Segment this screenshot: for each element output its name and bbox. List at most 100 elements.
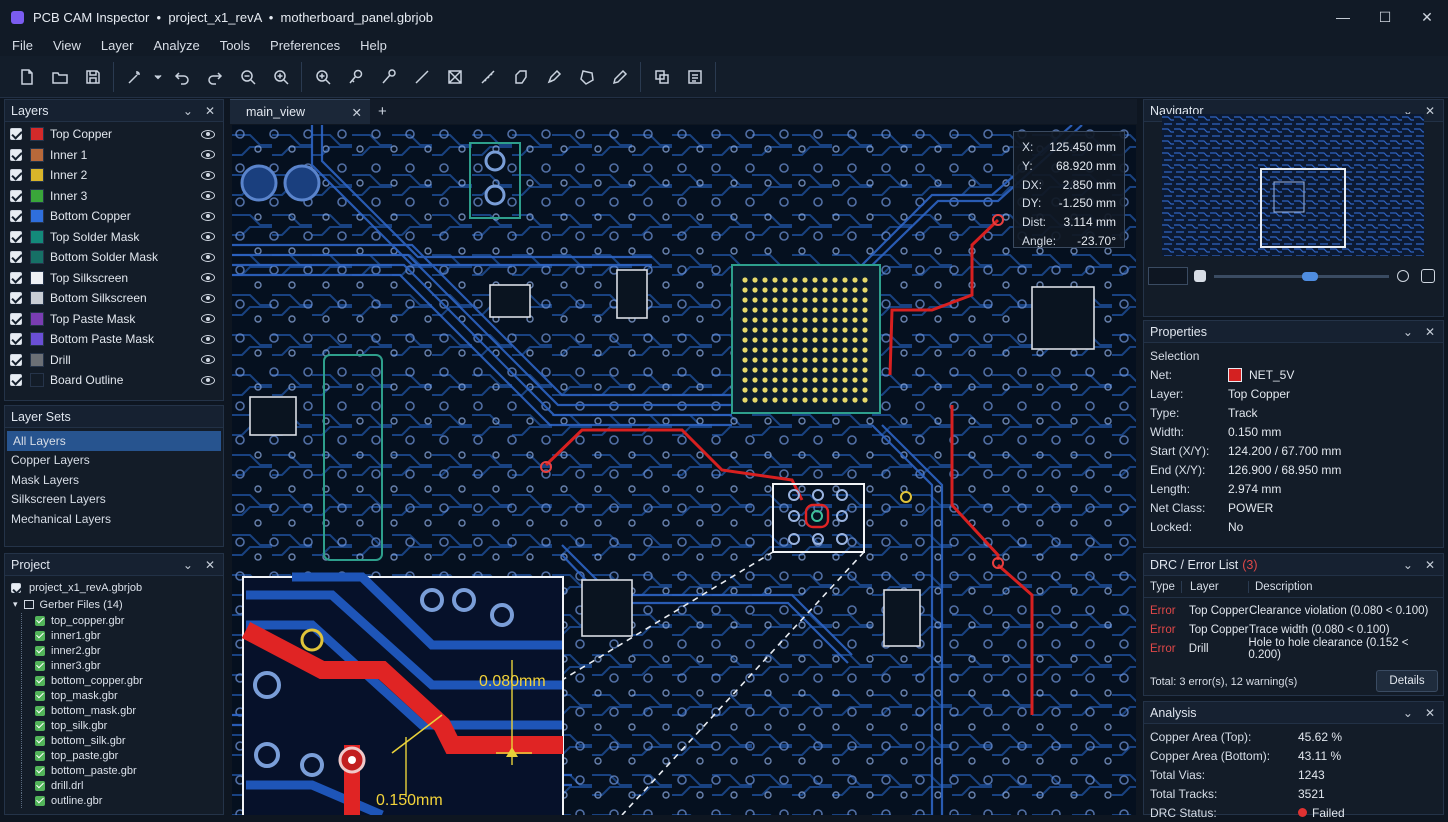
- file-checkbox[interactable]: [35, 780, 45, 791]
- pencil-icon[interactable]: [603, 62, 636, 92]
- eye-icon[interactable]: [201, 355, 215, 365]
- undo-icon[interactable]: [165, 62, 198, 92]
- drc-col-description[interactable]: Description: [1249, 581, 1313, 593]
- maximize-button[interactable]: ☐: [1364, 0, 1406, 34]
- zoom-level-field[interactable]: [1148, 267, 1188, 285]
- pcb-canvas[interactable]: 0.080mm 0.150mm X: 125.450 mm Y: 68.920 mm D…: [232, 125, 1136, 815]
- gerber-folder[interactable]: ▾ Gerber Files (14): [11, 596, 223, 613]
- layer-set-item[interactable]: All Layers: [7, 431, 221, 451]
- layer-row[interactable]: Inner 2: [5, 165, 223, 186]
- close-icon[interactable]: ✕: [1425, 558, 1435, 572]
- collapse-icon[interactable]: ⌄: [1403, 325, 1413, 339]
- eye-icon[interactable]: [201, 375, 215, 385]
- eye-icon[interactable]: [201, 170, 215, 180]
- fit-icon[interactable]: [438, 62, 471, 92]
- close-icon[interactable]: ✕: [1425, 706, 1435, 720]
- file-checkbox[interactable]: [35, 690, 45, 701]
- file-checkbox[interactable]: [35, 645, 45, 656]
- gerber-file-item[interactable]: bottom_mask.gbr: [11, 703, 223, 718]
- layer-row[interactable]: Bottom Paste Mask: [5, 329, 223, 350]
- collapse-icon[interactable]: ⌄: [1403, 558, 1413, 572]
- gerber-file-item[interactable]: inner2.gbr: [11, 643, 223, 658]
- layer-set-item[interactable]: Silkscreen Layers: [5, 490, 223, 510]
- report-icon[interactable]: [678, 62, 711, 92]
- eye-icon[interactable]: [201, 314, 215, 324]
- zoom-area-icon[interactable]: [306, 62, 339, 92]
- tab-main-view[interactable]: main_view ✕: [230, 99, 370, 124]
- redo-icon[interactable]: [198, 62, 231, 92]
- layer-row[interactable]: Drill: [5, 350, 223, 371]
- menu-view[interactable]: View: [41, 38, 89, 53]
- eye-icon[interactable]: [201, 211, 215, 221]
- layer-row[interactable]: Top Copper: [5, 124, 223, 145]
- drc-col-layer[interactable]: Layer: [1182, 580, 1249, 593]
- layer-visibility-checkbox[interactable]: [10, 292, 22, 305]
- zoom-slider-thumb[interactable]: [1302, 271, 1318, 281]
- drc-row[interactable]: Error Drill Hole to hole clearance (0.152 …: [1144, 637, 1443, 661]
- menu-tools[interactable]: Tools: [208, 38, 258, 53]
- hand-tool-icon[interactable]: [1194, 270, 1206, 282]
- gerber-file-item[interactable]: bottom_copper.gbr: [11, 673, 223, 688]
- new-tab-button[interactable]: +: [378, 99, 387, 124]
- menu-file[interactable]: File: [0, 38, 41, 53]
- eye-icon[interactable]: [201, 232, 215, 242]
- layer-visibility-checkbox[interactable]: [10, 169, 22, 182]
- eye-icon[interactable]: [201, 273, 215, 283]
- layer-visibility-checkbox[interactable]: [10, 374, 22, 387]
- layer-visibility-checkbox[interactable]: [10, 333, 22, 346]
- close-tab-icon[interactable]: ✕: [352, 105, 362, 120]
- file-checkbox[interactable]: [35, 660, 45, 671]
- file-checkbox[interactable]: [35, 735, 45, 746]
- layer-row[interactable]: Inner 3: [5, 186, 223, 207]
- layer-visibility-checkbox[interactable]: [10, 251, 22, 264]
- layer-row[interactable]: Top Solder Mask: [5, 227, 223, 248]
- layer-set-item[interactable]: Mask Layers: [5, 470, 223, 490]
- gerber-file-item[interactable]: outline.gbr: [11, 793, 223, 808]
- zoom-out-icon[interactable]: [231, 62, 264, 92]
- gerber-file-item[interactable]: top_paste.gbr: [11, 748, 223, 763]
- file-checkbox[interactable]: [35, 765, 45, 776]
- layer-row[interactable]: Inner 1: [5, 145, 223, 166]
- file-checkbox[interactable]: [35, 750, 45, 761]
- menu-analyze[interactable]: Analyze: [141, 38, 207, 53]
- shape-icon[interactable]: [504, 62, 537, 92]
- file-checkbox[interactable]: [35, 615, 45, 626]
- magic-select-icon[interactable]: [118, 62, 151, 92]
- settings-gear-icon[interactable]: [1421, 269, 1435, 283]
- eye-icon[interactable]: [201, 334, 215, 344]
- project-root-checkbox[interactable]: [11, 582, 21, 593]
- close-window-button[interactable]: ✕: [1406, 0, 1448, 34]
- navigator-thumbnail[interactable]: [1162, 114, 1424, 256]
- file-checkbox[interactable]: [35, 705, 45, 716]
- file-checkbox[interactable]: [35, 795, 45, 806]
- eye-icon[interactable]: [201, 252, 215, 262]
- layer-visibility-checkbox[interactable]: [10, 128, 22, 141]
- polygon-icon[interactable]: [570, 62, 603, 92]
- layer-set-item[interactable]: Mechanical Layers: [5, 509, 223, 529]
- gerber-file-item[interactable]: top_mask.gbr: [11, 688, 223, 703]
- gerber-file-item[interactable]: top_silk.gbr: [11, 718, 223, 733]
- menu-preferences[interactable]: Preferences: [258, 38, 348, 53]
- layer-visibility-checkbox[interactable]: [10, 148, 22, 161]
- file-checkbox[interactable]: [35, 675, 45, 686]
- dropdown-arrow-icon[interactable]: [151, 62, 165, 92]
- layer-row[interactable]: Board Outline: [5, 370, 223, 391]
- eye-icon[interactable]: [201, 191, 215, 201]
- menu-layer[interactable]: Layer: [89, 38, 142, 53]
- close-icon[interactable]: ✕: [1425, 104, 1435, 118]
- eye-icon[interactable]: [201, 293, 215, 303]
- minimize-button[interactable]: —: [1322, 0, 1364, 34]
- layer-row[interactable]: Top Paste Mask: [5, 309, 223, 330]
- file-checkbox[interactable]: [35, 720, 45, 731]
- layer-row[interactable]: Top Silkscreen: [5, 268, 223, 289]
- project-root[interactable]: project_x1_revA.gbrjob: [11, 579, 223, 596]
- collapse-icon[interactable]: ⌄: [183, 104, 193, 118]
- compare-icon[interactable]: [645, 62, 678, 92]
- layer-visibility-checkbox[interactable]: [10, 353, 22, 366]
- details-button[interactable]: Details: [1376, 670, 1438, 692]
- collapse-icon[interactable]: ⌄: [183, 558, 193, 572]
- gerber-file-item[interactable]: drill.drl: [11, 778, 223, 793]
- layer-row[interactable]: Bottom Silkscreen: [5, 288, 223, 309]
- navigator-viewport-rect[interactable]: [1260, 168, 1346, 248]
- layer-visibility-checkbox[interactable]: [10, 271, 22, 284]
